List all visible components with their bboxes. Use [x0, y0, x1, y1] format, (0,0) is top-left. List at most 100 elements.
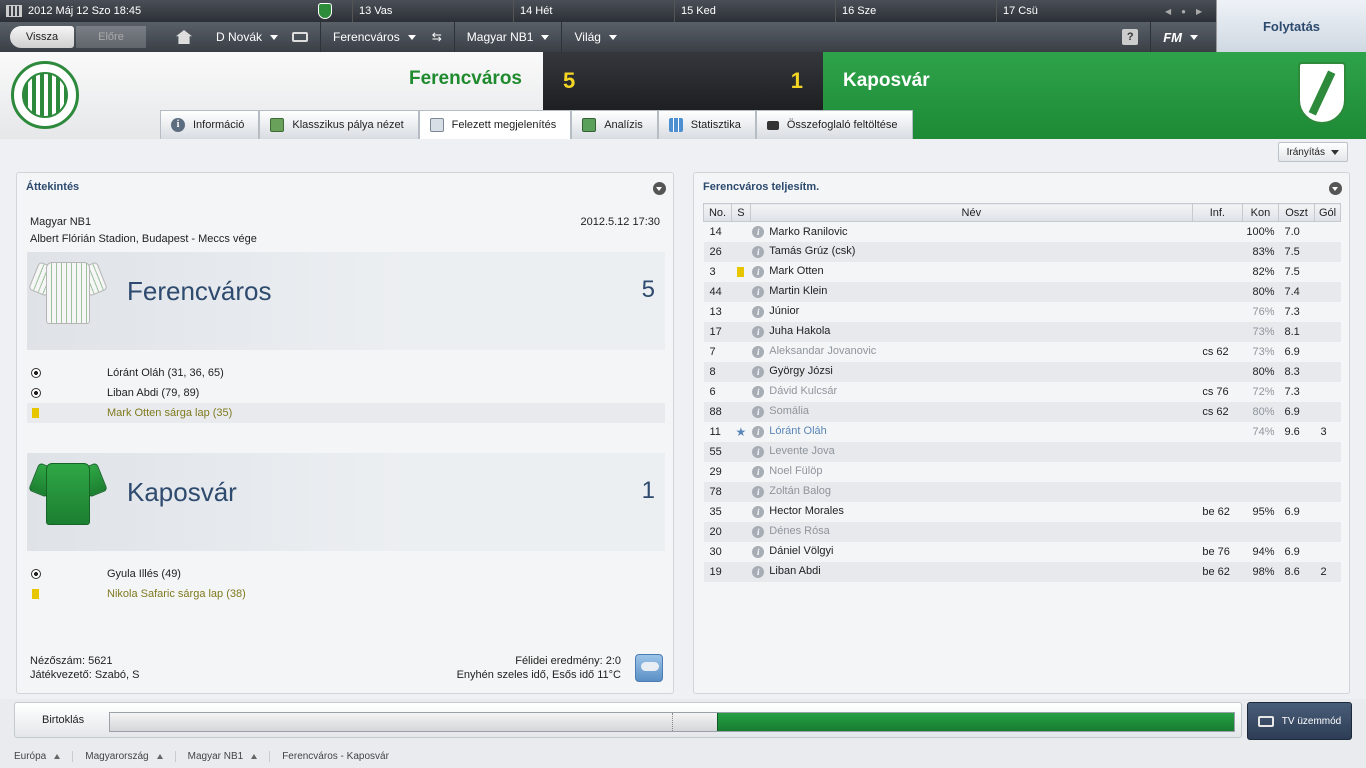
tab-classic-pitch[interactable]: Klasszikus pálya nézet: [259, 110, 419, 139]
table-row[interactable]: 7 i Aleksandar Jovanovic cs 62 73% 6.9: [704, 342, 1341, 362]
steer-dropdown[interactable]: Irányítás: [1277, 142, 1348, 162]
day-cell[interactable]: 16 Sze: [835, 0, 996, 22]
info-icon[interactable]: i: [752, 465, 765, 478]
table-row[interactable]: 11 ★ i Lóránt Oláh 74% 9.6 3: [704, 422, 1341, 442]
manager-menu[interactable]: D Novák: [204, 22, 320, 52]
player-name-cell[interactable]: i Liban Abdi: [750, 561, 1193, 582]
table-row[interactable]: 30 i Dániel Völgyi be 76 94% 6.9: [704, 542, 1341, 562]
forward-button[interactable]: Előre: [76, 26, 146, 48]
table-row[interactable]: 3 i Mark Otten 82% 7.5: [704, 262, 1341, 282]
player-name-cell[interactable]: i Lóránt Oláh: [750, 422, 1192, 442]
info-icon[interactable]: i: [752, 365, 765, 378]
breadcrumb-item[interactable]: Magyarország: [85, 751, 176, 762]
table-row[interactable]: 8 i György Józsi 80% 8.3: [703, 361, 1341, 382]
next-arrow-icon[interactable]: ▶: [1196, 7, 1202, 16]
player-name-cell[interactable]: i Somália: [750, 401, 1193, 422]
home-crest-icon[interactable]: [11, 61, 79, 129]
home-button[interactable]: [164, 22, 204, 52]
competition-label[interactable]: Magyar NB1: [30, 216, 91, 228]
tab-statistics[interactable]: Statisztika: [657, 110, 756, 139]
player-name-cell[interactable]: i Zoltán Balog: [750, 481, 1193, 502]
col-header-kon[interactable]: Kon: [1241, 203, 1280, 222]
match-event[interactable]: Lóránt Oláh (31, 36, 65): [27, 363, 665, 383]
col-header-s[interactable]: S: [731, 203, 751, 222]
tv-mode-button[interactable]: TV üzemmód: [1247, 702, 1352, 740]
info-icon[interactable]: i: [752, 425, 765, 438]
day-cell[interactable]: 14 Hét: [513, 0, 674, 22]
back-button[interactable]: Vissza: [10, 26, 74, 48]
table-row[interactable]: 13 i Júnior 76% 7.3: [704, 302, 1341, 322]
table-row[interactable]: 44 i Martin Klein 80% 7.4: [703, 281, 1341, 302]
player-name-cell[interactable]: i Tamás Grúz (csk): [750, 241, 1193, 262]
player-name-cell[interactable]: i Levente Jova: [750, 441, 1193, 462]
table-row[interactable]: 14 i Marko Ranilovic 100% 7.0: [704, 222, 1341, 242]
info-icon[interactable]: i: [752, 265, 765, 278]
player-name-cell[interactable]: i Noel Fülöp: [750, 462, 1192, 482]
dot-icon[interactable]: ●: [1181, 7, 1186, 16]
panel-menu-icon[interactable]: [653, 182, 666, 195]
player-name-cell[interactable]: i György Józsi: [750, 361, 1193, 382]
info-icon[interactable]: i: [752, 445, 765, 458]
match-event[interactable]: Nikola Safaric sárga lap (38): [27, 584, 665, 604]
col-header-oszt[interactable]: Oszt: [1278, 203, 1315, 222]
help-button[interactable]: ?: [1110, 22, 1150, 52]
player-name-cell[interactable]: i Júnior: [750, 302, 1192, 322]
table-row[interactable]: 26 i Tamás Grúz (csk) 83% 7.5: [703, 241, 1341, 262]
table-row[interactable]: 55 i Levente Jova: [703, 441, 1341, 462]
day-cell[interactable]: 15 Ked: [674, 0, 835, 22]
match-event[interactable]: Liban Abdi (79, 89): [27, 383, 665, 403]
match-event[interactable]: Mark Otten sárga lap (35): [27, 403, 665, 423]
breadcrumb-item[interactable]: Európa: [14, 751, 74, 762]
continue-button[interactable]: Folytatás: [1216, 0, 1366, 52]
calendar-icon[interactable]: [6, 5, 22, 17]
info-icon[interactable]: i: [752, 245, 765, 258]
home-team-title[interactable]: Ferencváros: [127, 276, 272, 307]
breadcrumb-item[interactable]: Ferencváros - Kaposvár: [282, 751, 401, 762]
info-icon[interactable]: i: [752, 285, 765, 298]
player-name-cell[interactable]: i Dénes Rósa: [750, 521, 1193, 542]
col-header-inf[interactable]: Inf.: [1191, 203, 1243, 222]
player-name-cell[interactable]: i Mark Otten: [750, 262, 1192, 282]
info-icon[interactable]: i: [752, 345, 765, 358]
info-icon[interactable]: i: [752, 525, 765, 538]
club-menu[interactable]: Ferencváros ⇆: [320, 22, 454, 52]
world-menu[interactable]: Világ: [561, 22, 628, 52]
info-icon[interactable]: i: [752, 305, 765, 318]
col-header-name[interactable]: Név: [749, 203, 1193, 222]
table-row[interactable]: 29 i Noel Fülöp: [704, 462, 1341, 482]
home-team-name[interactable]: Ferencváros: [300, 68, 522, 90]
tab-info[interactable]: i Információ: [160, 110, 260, 139]
away-team-title[interactable]: Kaposvár: [127, 477, 237, 508]
match-event[interactable]: Gyula Illés (49): [27, 564, 665, 584]
info-icon[interactable]: i: [752, 505, 765, 518]
player-name-cell[interactable]: i Martin Klein: [750, 281, 1193, 302]
info-icon[interactable]: i: [752, 545, 765, 558]
player-name-cell[interactable]: i Dániel Völgyi: [750, 542, 1192, 562]
info-icon[interactable]: i: [752, 565, 765, 578]
table-row[interactable]: 35 i Hector Morales be 62 95% 6.9: [704, 502, 1341, 522]
table-row[interactable]: 19 i Liban Abdi be 62 98% 8.6 2: [703, 561, 1341, 582]
tab-split-view[interactable]: Felezett megjelenítés: [418, 110, 572, 139]
tab-analysis[interactable]: Analízis: [571, 110, 658, 139]
prev-arrow-icon[interactable]: ◀: [1165, 7, 1171, 16]
player-name-cell[interactable]: i Marko Ranilovic: [750, 222, 1192, 242]
day-cell[interactable]: 13 Vas: [352, 0, 513, 22]
breadcrumb-item[interactable]: Magyar NB1: [188, 751, 271, 762]
fm-menu[interactable]: FM: [1150, 22, 1216, 52]
player-name-cell[interactable]: i Dávid Kulcsár: [750, 382, 1192, 402]
club-badge-icon[interactable]: [318, 3, 332, 19]
table-row[interactable]: 78 i Zoltán Balog: [703, 481, 1341, 502]
col-header-no[interactable]: No.: [703, 203, 732, 222]
table-row[interactable]: 17 i Juha Hakola 73% 8.1: [703, 321, 1341, 342]
player-name-cell[interactable]: i Hector Morales: [750, 502, 1192, 522]
table-row[interactable]: 20 i Dénes Rósa: [703, 521, 1341, 542]
player-name-cell[interactable]: i Aleksandar Jovanovic: [750, 342, 1192, 362]
day-cell[interactable]: 17 Csü: [996, 0, 1157, 22]
referee[interactable]: Játékvezető: Szabó, S: [30, 669, 139, 681]
away-team-name[interactable]: Kaposvár: [843, 70, 930, 92]
col-header-gol[interactable]: Gól: [1314, 203, 1341, 222]
away-crest-icon[interactable]: [1298, 62, 1346, 124]
table-row[interactable]: 88 i Somália cs 62 80% 6.9: [703, 401, 1341, 422]
panel-menu-icon[interactable]: [1329, 182, 1342, 195]
league-menu[interactable]: Magyar NB1: [453, 22, 562, 52]
